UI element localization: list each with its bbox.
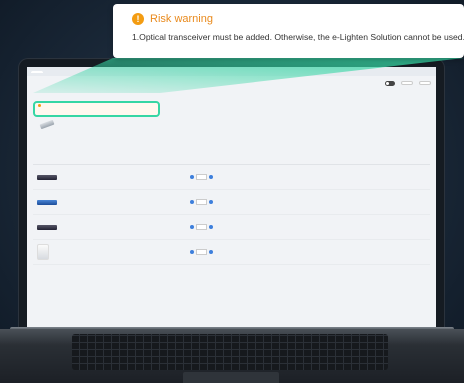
table-row bbox=[33, 215, 430, 240]
laptop-trackpad bbox=[183, 372, 279, 383]
table-row bbox=[33, 240, 430, 265]
solution-summary bbox=[39, 119, 58, 130]
table-row bbox=[33, 165, 430, 190]
plus-icon[interactable] bbox=[208, 250, 213, 254]
product-image bbox=[37, 244, 49, 260]
laptop-screen bbox=[27, 67, 436, 329]
risk-warning-message: 1.Optical transceiver must be added. Oth… bbox=[132, 32, 464, 42]
quantity-stepper[interactable] bbox=[183, 174, 219, 180]
table-row bbox=[33, 190, 430, 215]
laptop-bezel bbox=[19, 59, 444, 329]
laptop-keyboard bbox=[72, 334, 388, 370]
quantity-stepper[interactable] bbox=[183, 224, 219, 230]
warning-icon-small bbox=[38, 104, 41, 107]
risk-warning-tooltip: ! Risk warning 1.Optical transceiver mus… bbox=[113, 4, 464, 58]
plus-icon[interactable] bbox=[208, 175, 213, 179]
plus-icon[interactable] bbox=[208, 200, 213, 204]
risk-warning-title: Risk warning bbox=[150, 13, 213, 25]
risk-warning-banner bbox=[33, 101, 160, 117]
warning-icon: ! bbox=[132, 13, 144, 25]
minus-icon[interactable] bbox=[189, 175, 194, 179]
product-image bbox=[37, 224, 57, 230]
product-image bbox=[39, 119, 55, 130]
browser-tab-bar bbox=[27, 67, 436, 76]
browser-tab[interactable] bbox=[31, 70, 43, 73]
product-image bbox=[37, 174, 57, 180]
minus-icon[interactable] bbox=[189, 200, 194, 204]
toggle-switch[interactable] bbox=[385, 80, 395, 86]
quantity-value[interactable] bbox=[195, 199, 207, 205]
quantity-value[interactable] bbox=[195, 174, 207, 180]
minus-icon[interactable] bbox=[189, 250, 194, 254]
quantity-stepper[interactable] bbox=[183, 249, 219, 255]
quantity-value[interactable] bbox=[195, 224, 207, 230]
table-header bbox=[33, 156, 430, 165]
quantity-stepper[interactable] bbox=[183, 199, 219, 205]
plus-icon[interactable] bbox=[208, 225, 213, 229]
quantity-value[interactable] bbox=[195, 249, 207, 255]
toolbar-button-1[interactable] bbox=[401, 81, 413, 85]
minus-icon[interactable] bbox=[189, 225, 194, 229]
toolbar-button-2[interactable] bbox=[419, 81, 431, 85]
toolbar bbox=[27, 76, 436, 90]
product-image bbox=[37, 199, 57, 205]
